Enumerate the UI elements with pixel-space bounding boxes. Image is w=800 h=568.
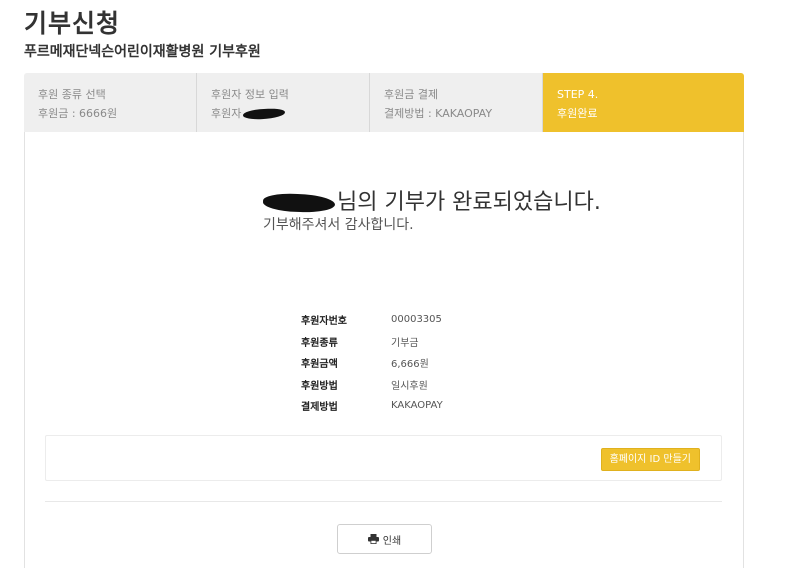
step-3: 후원금 결제 결제방법 : KAKAOPAY bbox=[370, 73, 543, 132]
completion-message-text: 님의 기부가 완료되었습니다. bbox=[337, 190, 601, 215]
completion-panel: 님의 기부가 완료되었습니다. 기부해주셔서 감사합니다. 후원자번호 0000… bbox=[24, 132, 744, 568]
page-title: 기부신청 bbox=[24, 9, 121, 38]
step-2-title: 후원자 정보 입력 bbox=[211, 88, 289, 101]
info-value: 00003305 bbox=[391, 314, 442, 326]
step-2: 후원자 정보 입력 후원자 bbox=[197, 73, 370, 132]
info-value: 6,666원 bbox=[391, 359, 429, 371]
step-1: 후원 종류 선택 후원금 : 6666원 bbox=[24, 73, 197, 132]
redacted-donor-name bbox=[262, 192, 336, 214]
step-1-title: 후원 종류 선택 bbox=[38, 88, 106, 101]
divider bbox=[45, 501, 722, 502]
printer-icon bbox=[367, 534, 379, 544]
info-value: KAKAOPAY bbox=[391, 400, 443, 412]
step-4-detail: 후원완료 bbox=[557, 107, 598, 120]
step-4-active: STEP 4. 후원완료 bbox=[543, 73, 744, 132]
info-row-donation-amount: 후원금액 6,666원 bbox=[301, 352, 443, 374]
page-subtitle: 푸르메재단넥슨어린이재활병원 기부후원 bbox=[24, 44, 261, 60]
print-button[interactable]: 인쇄 bbox=[337, 524, 432, 554]
step-1-detail: 후원금 : 6666원 bbox=[38, 107, 118, 120]
info-row-donor-number: 후원자번호 00003305 bbox=[301, 309, 443, 331]
create-homepage-id-button[interactable]: 홈페이지 ID 만들기 bbox=[600, 448, 700, 471]
info-label: 후원금액 bbox=[301, 359, 338, 371]
info-row-donation-type: 후원종류 기부금 bbox=[301, 331, 443, 353]
step-progress: 후원 종류 선택 후원금 : 6666원 후원자 정보 입력 후원자 후원금 결… bbox=[24, 73, 744, 132]
info-row-payment-method: 결제방법 KAKAOPAY bbox=[301, 395, 443, 417]
info-label: 결제방법 bbox=[301, 402, 338, 414]
thanks-message: 기부해주셔서 감사합니다. bbox=[263, 217, 414, 233]
completion-message: 님의 기부가 완료되었습니다. bbox=[262, 184, 601, 216]
info-value: 기부금 bbox=[391, 337, 419, 349]
donation-info-list: 후원자번호 00003305 후원종류 기부금 후원금액 6,666원 후원방법… bbox=[301, 309, 443, 417]
info-label: 후원종류 bbox=[301, 337, 338, 349]
info-label: 후원방법 bbox=[301, 380, 338, 392]
step-3-title: 후원금 결제 bbox=[384, 88, 439, 101]
step-2-detail: 후원자 bbox=[211, 104, 355, 123]
homepage-id-box: 홈페이지 ID 만들기 bbox=[45, 435, 722, 481]
info-row-donation-method: 후원방법 일시후원 bbox=[301, 374, 443, 396]
step-4-title: STEP 4. bbox=[557, 88, 599, 101]
redacted-name-mark bbox=[243, 107, 286, 121]
info-value: 일시후원 bbox=[391, 380, 428, 392]
step-3-detail: 결제방법 : KAKAOPAY bbox=[384, 107, 493, 120]
step-2-detail-label: 후원자 bbox=[211, 107, 242, 120]
print-button-label: 인쇄 bbox=[382, 535, 402, 547]
info-label: 후원자번호 bbox=[301, 316, 347, 328]
